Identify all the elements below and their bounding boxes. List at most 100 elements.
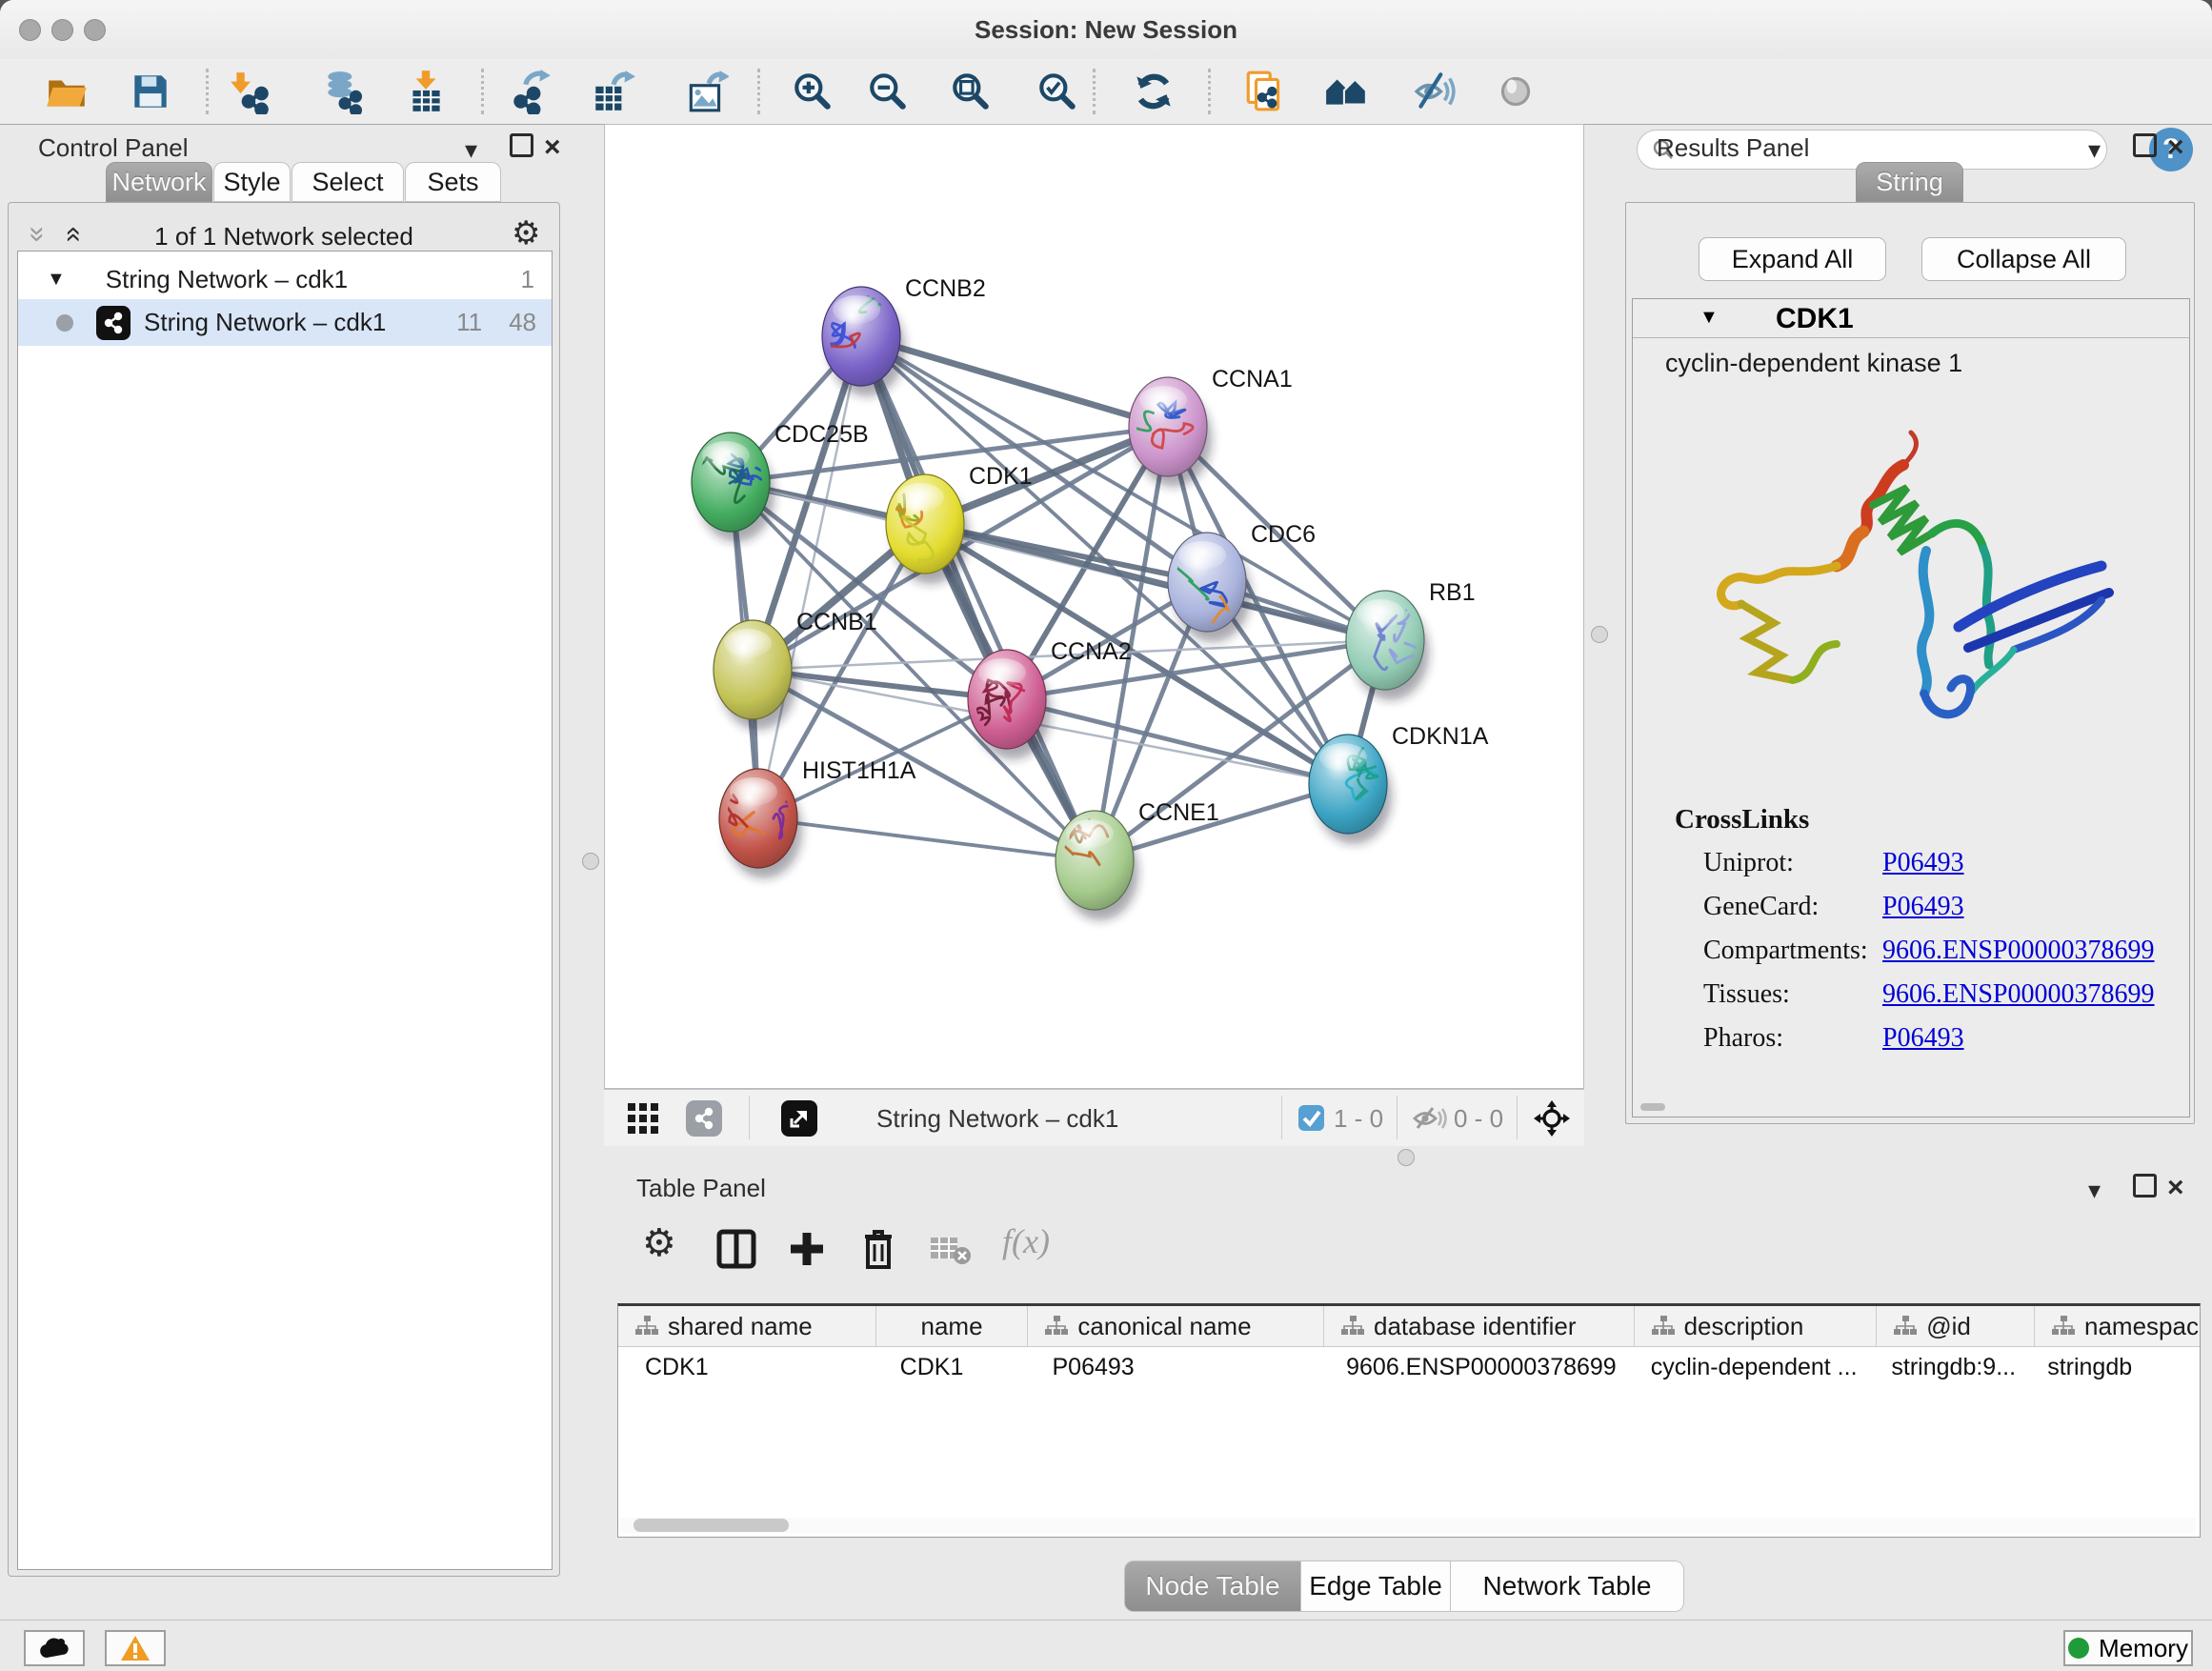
network-node-CCNB1[interactable]: CCNB1 bbox=[714, 609, 877, 730]
show-all-button[interactable] bbox=[1319, 65, 1373, 118]
column-header-id[interactable]: @id bbox=[1876, 1306, 2034, 1346]
string-results-container: Expand All Collapse All ▼ CDK1 cyclin-de… bbox=[1625, 202, 2195, 1124]
panel-collapse-icon[interactable]: ▾ bbox=[465, 137, 477, 162]
open-in-new-window-icon[interactable] bbox=[781, 1100, 817, 1137]
crosslinks-list: Uniprot:P06493 GeneCard:P06493 Compartme… bbox=[1703, 848, 2180, 1067]
apply-layout-button[interactable] bbox=[1127, 65, 1180, 118]
selected-checkbox-icon[interactable] bbox=[1298, 1105, 1324, 1131]
table-hscrollbar-thumb[interactable] bbox=[633, 1519, 789, 1532]
right-splitter-handle[interactable] bbox=[1591, 626, 1608, 643]
panel-close-icon[interactable]: × bbox=[2167, 133, 2184, 162]
node-label-CCNB1: CCNB1 bbox=[796, 609, 877, 635]
tab-select[interactable]: Select bbox=[292, 162, 404, 202]
horizontal-splitter[interactable] bbox=[566, 1145, 2212, 1168]
zoom-fit-button[interactable] bbox=[944, 65, 997, 118]
uniprot-link[interactable]: P06493 bbox=[1882, 848, 1964, 877]
import-table-file-button[interactable] bbox=[399, 65, 452, 118]
node-section-header[interactable]: ▼ CDK1 bbox=[1633, 299, 2189, 338]
column-header-description[interactable]: description bbox=[1634, 1306, 1877, 1346]
section-collapse-icon[interactable]: ▼ bbox=[1699, 307, 1719, 329]
left-splitter-handle[interactable] bbox=[582, 853, 599, 870]
create-column-icon[interactable] bbox=[787, 1229, 827, 1269]
import-network-file-button[interactable] bbox=[224, 65, 277, 118]
warning-status-button[interactable] bbox=[105, 1630, 166, 1666]
tab-network-table[interactable]: Network Table bbox=[1451, 1560, 1684, 1612]
tab-style[interactable]: Style bbox=[213, 162, 291, 202]
network-node-CCNB2[interactable]: CCNB2 bbox=[814, 275, 985, 396]
column-header-name[interactable]: name bbox=[875, 1306, 1028, 1346]
panel-collapse-icon[interactable]: ▾ bbox=[2088, 137, 2101, 162]
show-eye-button[interactable] bbox=[1489, 65, 1542, 118]
results-scrollbar-thumb[interactable] bbox=[1640, 1103, 1665, 1111]
network-node-CCNA1[interactable]: CCNA1 bbox=[1120, 366, 1293, 487]
tab-node-table[interactable]: Node Table bbox=[1124, 1560, 1301, 1612]
expand-all-button[interactable]: Expand All bbox=[1699, 237, 1886, 281]
houses-icon bbox=[1323, 69, 1369, 114]
hidden-eye-icon[interactable] bbox=[1412, 1106, 1448, 1131]
network-options-gear-icon[interactable]: ⚙ bbox=[512, 214, 540, 252]
export-image-button[interactable] bbox=[679, 65, 733, 118]
cloud-icon bbox=[38, 1637, 70, 1660]
network-node-RB1[interactable]: RB1 bbox=[1346, 579, 1476, 700]
tab-string[interactable]: String bbox=[1856, 162, 1963, 202]
memory-button[interactable]: Memory bbox=[2063, 1630, 2193, 1666]
panel-close-icon[interactable]: × bbox=[544, 133, 561, 162]
string-view-icon[interactable] bbox=[686, 1100, 722, 1137]
column-header-canonical-name[interactable]: canonical name bbox=[1027, 1306, 1323, 1346]
node-label-CCNE1: CCNE1 bbox=[1138, 799, 1219, 826]
tab-network[interactable]: Network bbox=[106, 162, 212, 202]
save-session-button[interactable] bbox=[124, 65, 177, 118]
tab-edge-table[interactable]: Edge Table bbox=[1301, 1560, 1451, 1612]
tab-sets[interactable]: Sets bbox=[405, 162, 501, 202]
network-view-canvas[interactable]: CCNB2CCNA1CDC25BCDK1CDC6RB1CCNB1CCNA2CDK… bbox=[604, 124, 1584, 1089]
network-collection-row[interactable]: ▼ String Network – cdk1 1 bbox=[18, 259, 552, 299]
panel-float-icon[interactable] bbox=[2133, 133, 2157, 157]
column-header-database-identifier[interactable]: database identifier bbox=[1323, 1306, 1634, 1346]
column-header-namespace[interactable]: namespace bbox=[2034, 1306, 2200, 1346]
panel-collapse-icon[interactable]: ▾ bbox=[2088, 1178, 2101, 1202]
network-row[interactable]: String Network – cdk1 11 48 bbox=[18, 299, 552, 346]
cloud-status-button[interactable] bbox=[24, 1630, 85, 1666]
tree-expand-icon[interactable]: ▼ bbox=[47, 269, 66, 291]
network-node-HIST1H1A[interactable]: HIST1H1A bbox=[709, 757, 916, 878]
panel-float-icon[interactable] bbox=[510, 133, 533, 157]
table-hscrollbar[interactable] bbox=[620, 1518, 2196, 1533]
horizontal-splitter-handle[interactable] bbox=[1398, 1149, 1415, 1166]
import-network-database-button[interactable] bbox=[317, 65, 371, 118]
export-network-button[interactable] bbox=[504, 65, 557, 118]
panel-float-icon[interactable] bbox=[2133, 1174, 2157, 1198]
grid-view-icon[interactable] bbox=[627, 1102, 659, 1135]
toolbar-divider bbox=[1397, 1096, 1398, 1139]
clone-network-button[interactable] bbox=[1238, 65, 1292, 118]
string-network-graph[interactable]: CCNB2CCNA1CDC25BCDK1CDC6RB1CCNB1CCNA2CDK… bbox=[605, 125, 1583, 1088]
open-session-button[interactable] bbox=[40, 65, 93, 118]
table-panel: Table Panel ▾ × ⚙ f(x) shared name name … bbox=[566, 1168, 2212, 1620]
column-type-icon bbox=[1652, 1316, 1675, 1337]
zoom-selected-button[interactable] bbox=[1031, 65, 1084, 118]
table-options-gear-icon[interactable]: ⚙ bbox=[642, 1221, 676, 1265]
network-node-CCNE1[interactable]: CCNE1 bbox=[1051, 799, 1219, 920]
panel-close-icon[interactable]: × bbox=[2167, 1174, 2184, 1202]
delete-column-icon[interactable] bbox=[859, 1227, 897, 1271]
genecard-link[interactable]: P06493 bbox=[1882, 892, 1964, 921]
birds-eye-view-icon[interactable] bbox=[1532, 1098, 1572, 1138]
pharos-link[interactable]: P06493 bbox=[1882, 1023, 1964, 1053]
network-node-CDC25B[interactable]: CDC25B bbox=[692, 421, 869, 542]
zoom-in-button[interactable] bbox=[786, 65, 839, 118]
column-header-shared-name[interactable]: shared name bbox=[618, 1306, 875, 1346]
show-columns-icon[interactable] bbox=[716, 1229, 756, 1269]
hide-selected-button[interactable] bbox=[1407, 65, 1460, 118]
export-table-button[interactable] bbox=[586, 65, 639, 118]
network-node-CDK1[interactable]: CDK1 bbox=[875, 463, 1032, 584]
import-table-icon bbox=[403, 69, 449, 114]
export-network-icon bbox=[508, 69, 553, 114]
tissues-link[interactable]: 9606.ENSP00000378699 bbox=[1882, 979, 2154, 1009]
table-row[interactable]: CDK1 CDK1 P06493 9606.ENSP00000378699 cy… bbox=[618, 1347, 2200, 1387]
column-type-icon bbox=[635, 1316, 658, 1337]
collapse-all-button[interactable]: Collapse All bbox=[1921, 237, 2126, 281]
zoom-out-button[interactable] bbox=[861, 65, 915, 118]
crosslinks-title: CrossLinks bbox=[1675, 804, 1809, 836]
network-node-CDKN1A[interactable]: CDKN1A bbox=[1309, 723, 1489, 844]
compartments-link[interactable]: 9606.ENSP00000378699 bbox=[1882, 936, 2154, 965]
node-label-CDKN1A: CDKN1A bbox=[1392, 723, 1489, 750]
